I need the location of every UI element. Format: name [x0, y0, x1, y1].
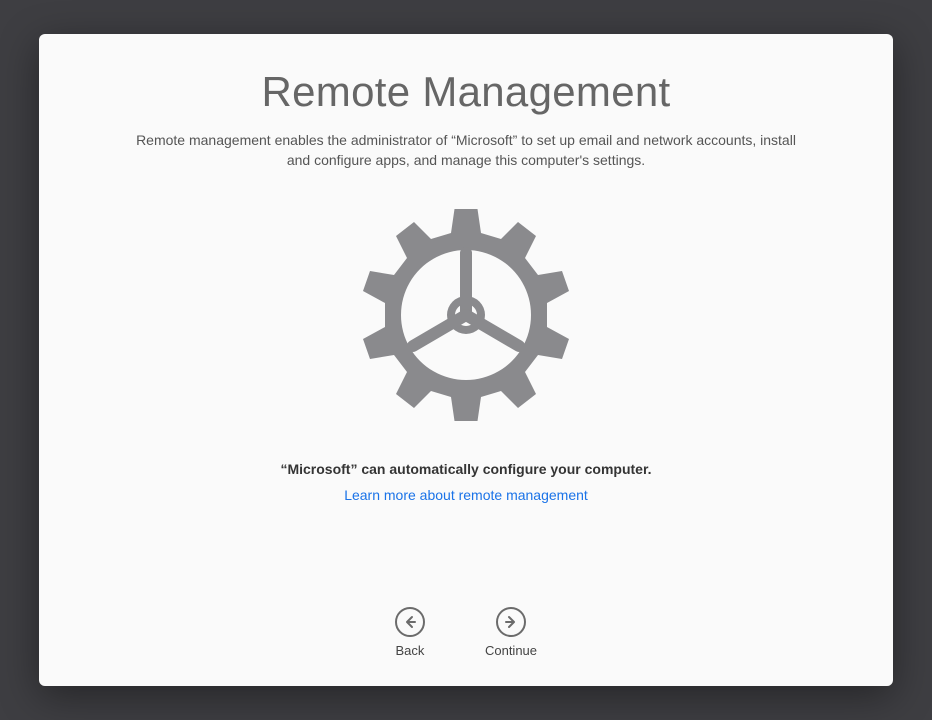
page-title: Remote Management	[39, 68, 893, 116]
setup-assistant-panel: Remote Management Remote management enab…	[39, 34, 893, 686]
back-button-label: Back	[396, 643, 425, 658]
continue-button-label: Continue	[485, 643, 537, 658]
back-button[interactable]: Back	[395, 607, 425, 658]
arrow-left-icon	[395, 607, 425, 637]
learn-more-link[interactable]: Learn more about remote management	[344, 487, 588, 503]
continue-button[interactable]: Continue	[485, 607, 537, 658]
gear-icon	[346, 195, 586, 435]
page-description: Remote management enables the administra…	[136, 130, 796, 171]
configure-statement: “Microsoft” can automatically configure …	[39, 461, 893, 477]
arrow-right-icon	[496, 607, 526, 637]
footer-nav: Back Continue	[39, 607, 893, 658]
